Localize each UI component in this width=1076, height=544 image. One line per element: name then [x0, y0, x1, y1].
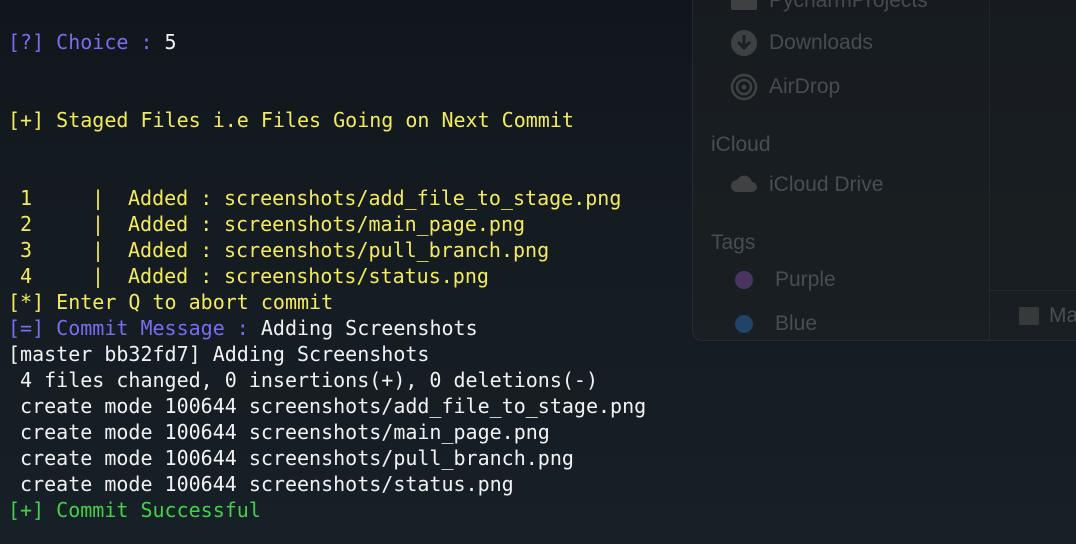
- staged-file-separator: |: [92, 186, 105, 210]
- staged-file-path: screenshots/pull_branch.png: [224, 238, 550, 262]
- staged-file-path: screenshots/add_file_to_stage.png: [224, 186, 622, 210]
- staged-files-header: [+] Staged Files i.e Files Going on Next…: [8, 108, 574, 132]
- choice-value: 5: [164, 30, 177, 54]
- staged-file-number: 2: [20, 212, 33, 236]
- staged-file-separator: |: [92, 238, 105, 262]
- staged-file-status: Added :: [128, 264, 213, 288]
- choice-prompt: [?] Choice :: [8, 30, 165, 54]
- git-output-line: [master bb32fd7] Adding Screenshots: [8, 342, 430, 366]
- commit-message-prompt: [=] Commit Message :: [8, 316, 261, 340]
- staged-file-status: Added :: [128, 212, 213, 236]
- abort-hint: [*] Enter Q to abort commit: [8, 290, 334, 314]
- staged-file-number: 1: [20, 186, 33, 210]
- git-output-line: create mode 100644 screenshots/status.pn…: [8, 472, 514, 496]
- staged-file-separator: |: [92, 264, 105, 288]
- git-output-line: create mode 100644 screenshots/main_page…: [8, 420, 550, 444]
- commit-success-message: [+] Commit Successful: [8, 498, 261, 522]
- staged-file-number: 4: [20, 264, 33, 288]
- terminal-output: [?] Choice : 5 [+] Staged Files i.e File…: [0, 0, 1076, 544]
- commit-message-line: [=] Commit Message : Adding Screenshots: [8, 315, 478, 341]
- git-output-line: 4 files changed, 0 insertions(+), 0 dele…: [8, 368, 599, 392]
- choice-line: [?] Choice : 5: [8, 29, 177, 55]
- git-output-line: create mode 100644 screenshots/pull_bran…: [8, 446, 574, 470]
- commit-message-input[interactable]: Adding Screenshots: [261, 316, 478, 340]
- git-output-line: create mode 100644 screenshots/add_file_…: [8, 394, 647, 418]
- staged-file-number: 3: [20, 238, 33, 262]
- staged-file-status: Added :: [128, 186, 213, 210]
- staged-file-path: screenshots/main_page.png: [224, 212, 526, 236]
- staged-file-path: screenshots/status.png: [224, 264, 489, 288]
- staged-file-status: Added :: [128, 238, 213, 262]
- staged-file-separator: |: [92, 212, 105, 236]
